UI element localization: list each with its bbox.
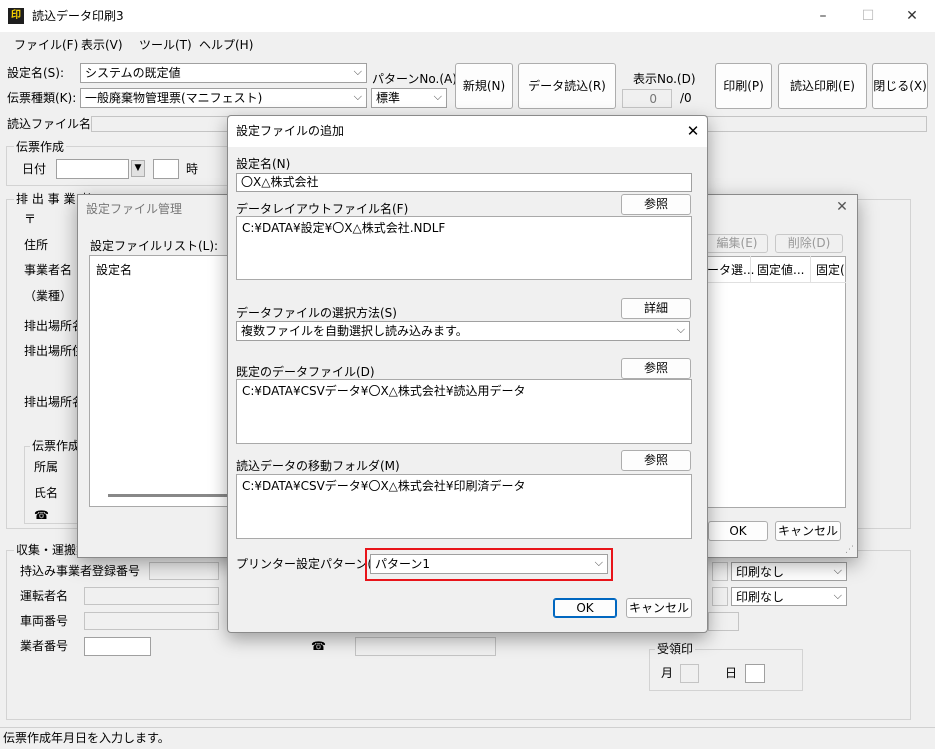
- vehicle-label: 車両番号: [20, 614, 69, 628]
- check-field-2[interactable]: [712, 587, 728, 606]
- read-print-button[interactable]: 読込印刷(E): [778, 63, 867, 109]
- select-method-label: データファイルの選択方法(S): [236, 306, 397, 320]
- title-bar: [0, 0, 935, 32]
- setting-name-label: 設定名(S):: [7, 66, 65, 80]
- move-browse-button[interactable]: 参照: [621, 450, 691, 471]
- status-text: 伝票作成年月日を入力します。: [3, 731, 170, 745]
- move-folder-field[interactable]: C:¥DATA¥CSVデータ¥〇X△株式会社¥印刷済データ: [236, 474, 692, 539]
- manage-ok-button[interactable]: OK: [708, 521, 768, 541]
- slip-type-label: 伝票種類(K):: [7, 91, 77, 105]
- manage-dialog-title: 設定ファイル管理: [86, 202, 183, 216]
- resize-grip-icon[interactable]: ⋰: [845, 542, 854, 558]
- slip-type-select[interactable]: 一般廃棄物管理票(マニフェスト): [80, 88, 367, 108]
- manage-list-label: 設定ファイルリスト(L):: [90, 239, 219, 253]
- day-field[interactable]: [745, 664, 765, 683]
- manage-cancel-button[interactable]: キャンセル: [775, 521, 841, 541]
- default-data-label: 既定のデータファイル(D): [236, 365, 375, 379]
- new-button[interactable]: 新規(N): [455, 63, 513, 109]
- reg-no-field: [149, 562, 219, 580]
- select-method-dropdown[interactable]: 複数ファイルを自動選択し読み込みます。: [236, 321, 690, 341]
- month-label: 月: [661, 666, 674, 680]
- vendor-phone-field: [355, 637, 496, 656]
- phone-icon: ☎: [34, 508, 49, 522]
- industry-label: （業種）: [24, 289, 73, 303]
- minimize-icon[interactable]: –: [800, 0, 846, 32]
- layout-file-field[interactable]: C:¥DATA¥設定¥〇X△株式会社.NDLF: [236, 216, 692, 280]
- reg-no-label: 持込み事業者登録番号: [20, 564, 141, 578]
- dept-label: 所属: [34, 460, 59, 474]
- check-field-1[interactable]: [712, 562, 728, 581]
- manage-col-1: ータ選...: [707, 263, 755, 277]
- hour-label: 時: [186, 162, 199, 176]
- month-field: [680, 664, 699, 683]
- col-divider: [810, 256, 811, 283]
- site-name-label: 排出場所名: [24, 319, 85, 333]
- printer-pattern-dropdown[interactable]: パターン1: [370, 554, 608, 574]
- small-field: [708, 612, 739, 631]
- app-icon: 印: [8, 8, 24, 24]
- manage-list-header: 設定名: [96, 263, 133, 277]
- phone-icon-2: ☎: [311, 639, 326, 653]
- window-title: 読込データ印刷3: [32, 9, 124, 23]
- add-ok-button[interactable]: OK: [553, 598, 617, 618]
- data-read-button[interactable]: データ読込(R): [518, 63, 616, 109]
- menu-view[interactable]: 表示(V): [81, 37, 123, 53]
- postal-mark: 〒: [24, 212, 37, 226]
- date-dropdown-icon[interactable]: ▼: [131, 160, 145, 177]
- layout-file-label: データレイアウトファイル名(F): [236, 202, 409, 216]
- name-label: 設定名(N): [236, 157, 291, 171]
- pattern-no-label: パターンNo.(A):: [372, 72, 461, 86]
- print-option-1[interactable]: 印刷なし: [731, 562, 847, 581]
- menu-file[interactable]: ファイル(F): [14, 37, 78, 53]
- site-other-label: 排出場所名: [24, 395, 85, 409]
- pattern-no-select[interactable]: 標準: [371, 88, 447, 108]
- col-divider: [750, 256, 751, 283]
- add-dialog-title: 設定ファイルの追加: [236, 124, 345, 138]
- default-data-field[interactable]: C:¥DATA¥CSVデータ¥〇X△株式会社¥読込用データ: [236, 379, 692, 444]
- hour-field[interactable]: [153, 159, 179, 179]
- address-label: 住所: [24, 238, 49, 252]
- manage-col-3: 固定(: [816, 263, 844, 277]
- vehicle-field: [84, 612, 219, 630]
- close-button[interactable]: 閉じる(X): [872, 63, 928, 109]
- menu-tools[interactable]: ツール(T): [139, 37, 192, 53]
- display-no-total: /0: [680, 91, 692, 105]
- vendor-no-field[interactable]: [84, 637, 151, 656]
- close-icon[interactable]: ✕: [889, 0, 935, 32]
- date-label: 日付: [22, 162, 47, 176]
- print-button[interactable]: 印刷(P): [715, 63, 772, 109]
- slip-section-title: 伝票作成: [14, 139, 67, 155]
- manage-grid[interactable]: [704, 256, 846, 508]
- manage-list[interactable]: [89, 255, 229, 507]
- date-field[interactable]: [56, 159, 129, 179]
- receipt-title: 受領印: [655, 641, 696, 657]
- add-close-icon[interactable]: ✕: [682, 120, 704, 142]
- default-browse-button[interactable]: 参照: [621, 358, 691, 379]
- company-label: 事業者名: [24, 263, 73, 277]
- day-label: 日: [725, 666, 738, 680]
- name-field[interactable]: 〇X△株式会社: [236, 173, 692, 192]
- manage-edit-button[interactable]: 編集(E): [706, 234, 768, 253]
- maximize-icon[interactable]: ☐: [845, 0, 891, 32]
- display-no-label: 表示No.(D): [633, 72, 696, 86]
- person-label: 氏名: [34, 486, 59, 500]
- read-file-label: 読込ファイル名: [7, 117, 92, 131]
- manage-close-icon[interactable]: ✕: [832, 199, 852, 217]
- manage-list-scrollbar[interactable]: [108, 494, 228, 497]
- add-cancel-button[interactable]: キャンセル: [626, 598, 692, 618]
- display-no-spinner[interactable]: 0: [622, 89, 672, 108]
- vendor-no-label: 業者番号: [20, 639, 69, 653]
- menu-help[interactable]: ヘルプ(H): [199, 37, 253, 53]
- manage-col-2: 固定値...: [757, 263, 805, 277]
- print-option-2[interactable]: 印刷なし: [731, 587, 847, 606]
- layout-browse-button[interactable]: 参照: [621, 194, 691, 215]
- detail-button[interactable]: 詳細: [621, 298, 691, 319]
- manage-delete-button[interactable]: 削除(D): [775, 234, 843, 253]
- move-folder-label: 読込データの移動フォルダ(M): [236, 459, 400, 473]
- driver-label: 運転者名: [20, 589, 69, 603]
- driver-field: [84, 587, 219, 605]
- setting-name-select[interactable]: システムの既定値: [80, 63, 367, 83]
